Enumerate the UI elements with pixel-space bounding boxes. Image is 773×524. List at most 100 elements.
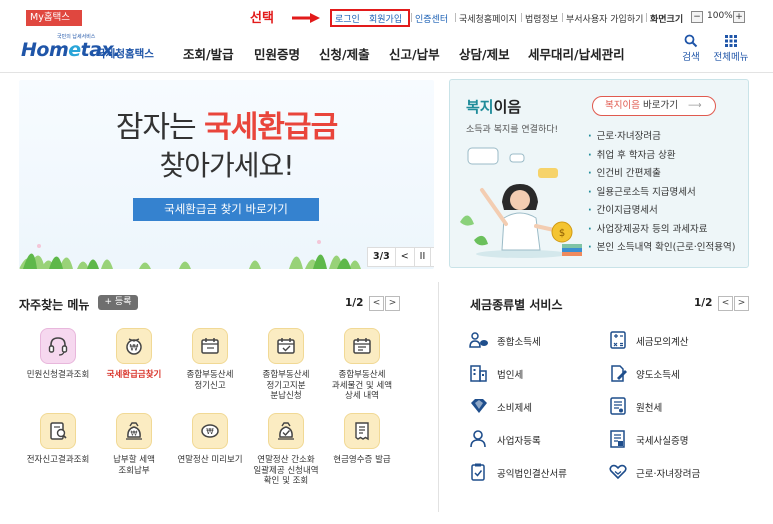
- tax-service-capital-gains[interactable]: 양도소득세: [608, 364, 748, 382]
- tax-service-label: 양도소득세: [636, 370, 680, 381]
- nav-inquiry-issue[interactable]: 조회/발급: [183, 44, 234, 63]
- frequent-item-property-tax-detail[interactable]: 종합부동산세 과세물건 및 세액 상세 내역: [322, 328, 402, 402]
- welfare-list-item[interactable]: 일용근로소득 지급명세서: [588, 184, 735, 203]
- tax-service-global-income[interactable]: 종합소득세: [469, 331, 619, 349]
- welfare-list-item[interactable]: 근로·자녀장려금: [588, 128, 735, 147]
- frequent-prev-button[interactable]: <: [369, 296, 384, 311]
- all-menu-button[interactable]: 전체메뉴: [711, 34, 751, 63]
- search-button[interactable]: 검색: [671, 34, 711, 63]
- banner-pause-button[interactable]: II: [413, 248, 431, 266]
- nav-tax-agent[interactable]: 세무대리/납세관리: [528, 44, 625, 63]
- frequent-item-label: 민원신청결과조회: [26, 370, 90, 380]
- tax-service-withholding[interactable]: 원천세: [608, 397, 748, 415]
- tax-service-label: 사업자등록: [497, 436, 541, 447]
- welfare-title-rest: 이음: [493, 98, 522, 116]
- login-link[interactable]: 로그인: [335, 12, 360, 25]
- tax-service-label: 국세사실증명: [636, 436, 689, 447]
- tax-service-label: 공익법인결산서류: [497, 469, 567, 480]
- law-info-link[interactable]: 법령정보: [525, 12, 558, 25]
- nts-page-link[interactable]: 국세청홈페이지: [459, 12, 517, 25]
- frequent-next-button[interactable]: >: [385, 296, 400, 311]
- banner-next-button[interactable]: >: [430, 248, 434, 266]
- refund-icon: ₩: [126, 338, 142, 355]
- hometax-logo[interactable]: 국민의 납세서비스 Hometax. 국세청홈택스: [21, 33, 161, 65]
- edit-document-icon: [611, 365, 627, 382]
- calendar-check-icon: [277, 338, 295, 354]
- frequent-item-label: 종합부동산세 정기고지분 분납신청: [262, 370, 310, 401]
- tile: [344, 413, 380, 449]
- tax-service-simulation[interactable]: 세금모의계산: [608, 331, 748, 349]
- tax-form-icon: [610, 397, 626, 415]
- separator: [521, 13, 522, 22]
- nav-certificates[interactable]: 민원증명: [254, 44, 300, 63]
- tax-services-title: 세금종류별 서비스: [470, 298, 563, 312]
- tax-service-fact-certificate[interactable]: 국세사실증명: [608, 430, 748, 448]
- document-search-icon: [50, 422, 67, 440]
- screen-size-label: 화면크기: [650, 15, 684, 25]
- signup-link[interactable]: 회원가입: [369, 12, 402, 25]
- tax-service-label: 종합소득세: [497, 337, 541, 348]
- frequent-item-property-tax-filing[interactable]: 종합부동산세 정기신고: [170, 328, 250, 391]
- welfare-shortcut-button[interactable]: 복지이음 바로가기 ⟶: [592, 96, 716, 116]
- frequent-item-year-end-simplified[interactable]: 연말정산 간소화 일괄제공 신청내역 확인 및 조회: [246, 413, 326, 487]
- frequent-item-property-tax-installment[interactable]: 종합부동산세 정기고지분 분납신청: [246, 328, 326, 402]
- welfare-list-item[interactable]: 간이지급명세서: [588, 202, 735, 221]
- welfare-title-highlight: 복지: [466, 98, 494, 116]
- tax-service-business-registration[interactable]: 사업자등록: [469, 430, 619, 448]
- welfare-list-item[interactable]: 본인 소득내역 확인(근로·인적용역): [588, 239, 736, 258]
- frequent-item-tax-payment[interactable]: ₩ 납부할 세액 조회납부: [94, 413, 174, 476]
- nav-filing-payment[interactable]: 신고/납부: [389, 44, 440, 63]
- person-money-icon: [469, 332, 488, 348]
- frequent-item-complaint-result[interactable]: 민원신청결과조회: [18, 328, 98, 381]
- refund-search-button[interactable]: 국세환급금 찾기 바로가기: [133, 198, 319, 221]
- refund-banner[interactable]: 잠자는 국세환급금 찾아가세요! 국세환급금 찾기 바로가기 3/3 < II …: [19, 80, 434, 269]
- frequent-item-label: 납부할 세액 조회납부: [113, 455, 155, 476]
- frequent-item-year-end-preview[interactable]: ₩ 연말정산 미리보기: [170, 413, 250, 466]
- tax-service-corporate[interactable]: 법인세: [469, 364, 619, 382]
- zoom-out-button[interactable]: −: [691, 11, 703, 23]
- frequent-item-label: 전자신고결과조회: [26, 455, 90, 465]
- frequent-item-label: 종합부동산세 정기신고: [186, 370, 234, 391]
- frequent-item-label: 종합부동산세 과세물건 및 세액 상세 내역: [331, 370, 393, 401]
- zoom-value: 100%: [707, 11, 733, 21]
- tax-service-earned-income-credit[interactable]: 근로·자녀장려금: [608, 463, 748, 481]
- building-icon: [470, 365, 487, 382]
- welfare-list-item[interactable]: 사업장제공자 등의 과세자료: [588, 221, 735, 240]
- tile: [268, 328, 304, 364]
- tile: ₩: [192, 413, 228, 449]
- money-bag-icon: ₩: [126, 422, 142, 440]
- frequent-item-label: 연말정산 미리보기: [177, 455, 243, 465]
- calendar-search-icon: [353, 338, 371, 354]
- tile: ₩: [116, 328, 152, 364]
- tax-services-page-indicator: 1/2: [694, 297, 713, 309]
- frequent-item-refund-search[interactable]: ₩ 국세환급금찾기: [94, 328, 174, 381]
- headset-icon: [48, 337, 68, 356]
- nav-consultation[interactable]: 상담/제보: [459, 44, 510, 63]
- tile: [268, 413, 304, 449]
- logo-part: e: [68, 39, 81, 61]
- frequent-item-e-filing-result[interactable]: 전자신고결과조회: [18, 413, 98, 466]
- tax-service-consumption[interactable]: 소비제세: [469, 397, 619, 415]
- tax-service-public-interest[interactable]: 공익법인결산서류: [469, 463, 619, 481]
- register-menu-button[interactable]: + 등록: [98, 295, 138, 310]
- woman-illustration-icon: $: [460, 147, 582, 258]
- zoom-in-button[interactable]: +: [733, 11, 745, 23]
- welfare-list-item[interactable]: 인건비 간편제출: [588, 165, 735, 184]
- frequent-page-indicator: 1/2: [345, 297, 364, 309]
- certificate-icon: [610, 430, 625, 448]
- tax-services-next-button[interactable]: >: [734, 296, 749, 311]
- tax-services-prev-button[interactable]: <: [718, 296, 733, 311]
- nav-application[interactable]: 신청/제출: [319, 44, 370, 63]
- frequent-menu-title: 자주찾는 메뉴: [19, 298, 90, 312]
- header-divider: [0, 72, 773, 73]
- welfare-list-item[interactable]: 취업 후 학자금 상환: [588, 147, 735, 166]
- my-hometax-button[interactable]: My홈택스: [26, 10, 82, 26]
- welfare-title: 복지이음: [466, 96, 521, 117]
- banner-prev-button[interactable]: <: [394, 248, 414, 266]
- separator: [411, 13, 412, 22]
- dept-user-link[interactable]: 부서사용자 가입하기: [566, 12, 643, 25]
- tax-service-label: 원천세: [636, 403, 663, 414]
- frequent-item-cash-receipt[interactable]: 현금영수증 발급: [322, 413, 402, 466]
- tile: [40, 413, 76, 449]
- cert-center-link[interactable]: 인증센터: [415, 12, 448, 25]
